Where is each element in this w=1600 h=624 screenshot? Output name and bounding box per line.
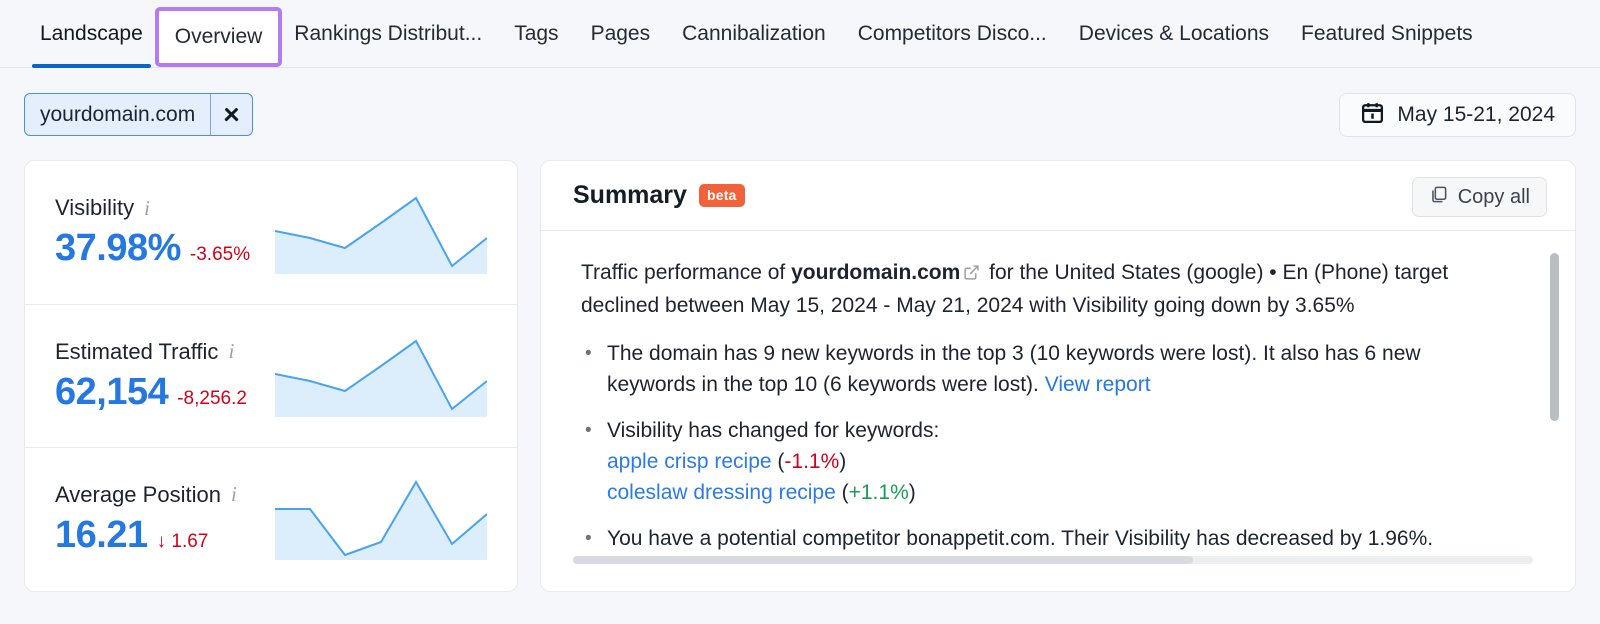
external-link-icon[interactable] xyxy=(963,259,980,290)
tab-list: Landscape Overview Rankings Distribut...… xyxy=(0,0,1489,68)
view-report-link[interactable]: View report xyxy=(1045,373,1151,396)
tab-devices-locations[interactable]: Devices & Locations xyxy=(1063,0,1285,68)
metric-visibility: Visibility i 37.98% -3.65% xyxy=(25,161,517,304)
metric-estimated-traffic: Estimated Traffic i 62,154 -8,256.2 xyxy=(25,304,517,447)
tab-label: Rankings Distribut... xyxy=(294,22,483,45)
tab-label: Featured Snippets xyxy=(1301,22,1473,45)
filter-row: yourdomain.com May 15-21, 2024 xyxy=(0,68,1600,156)
tab-competitors-discovery[interactable]: Competitors Disco... xyxy=(842,0,1063,68)
tab-label: Tags xyxy=(514,22,559,45)
summary-horizontal-scrollbar-thumb[interactable] xyxy=(573,556,1193,564)
info-icon[interactable]: i xyxy=(231,484,237,505)
tab-pages[interactable]: Pages xyxy=(575,0,667,68)
tab-bar: Landscape Overview Rankings Distribut...… xyxy=(0,0,1600,68)
tab-tags[interactable]: Tags xyxy=(498,0,574,68)
calendar-icon xyxy=(1360,100,1385,130)
close-icon[interactable] xyxy=(210,94,252,135)
metric-value-row: 62,154 -8,256.2 xyxy=(55,371,247,414)
tab-rankings-distribution[interactable]: Rankings Distribut... xyxy=(278,0,498,68)
metric-left: Estimated Traffic i 62,154 -8,256.2 xyxy=(55,339,247,414)
copy-all-label: Copy all xyxy=(1457,185,1530,208)
summary-bullet-list: The domain has 9 new keywords in the top… xyxy=(581,338,1531,554)
metric-title: Visibility xyxy=(55,195,135,220)
copy-icon xyxy=(1429,185,1448,210)
metric-delta: -3.65% xyxy=(189,244,251,265)
metric-title-row: Visibility i xyxy=(55,195,250,221)
summary-header: Summary beta Copy all xyxy=(541,161,1575,231)
date-range-picker[interactable]: May 15-21, 2024 xyxy=(1339,93,1576,137)
copy-all-button[interactable]: Copy all xyxy=(1411,177,1547,217)
keyword-change-apple-crisp-recipe: -1.1% xyxy=(784,450,840,473)
metric-title-row: Average Position i xyxy=(55,482,237,508)
keyword-change-coleslaw-dressing-recipe: +1.1% xyxy=(848,481,909,504)
metric-value: 16.21 xyxy=(55,513,148,556)
metric-title-row: Estimated Traffic i xyxy=(55,339,247,365)
bullet-text: The domain has 9 new keywords in the top… xyxy=(607,342,1421,396)
domain-filter-chip[interactable]: yourdomain.com xyxy=(24,93,254,136)
metric-delta: -8,256.2 xyxy=(177,387,247,409)
metrics-card: Visibility i 37.98% -3.65% Estimated Tra… xyxy=(24,160,518,592)
beta-badge: beta xyxy=(698,184,745,207)
summary-title: Summary xyxy=(573,181,687,209)
estimated-traffic-sparkline xyxy=(275,339,487,417)
bullet-text: Visibility has changed for keywords: xyxy=(607,419,940,442)
visibility-sparkline xyxy=(275,196,487,274)
tab-featured-snippets[interactable]: Featured Snippets xyxy=(1285,0,1489,68)
metric-title: Estimated Traffic xyxy=(55,338,219,364)
metric-average-position: Average Position i 16.21 ↓ 1.67 xyxy=(25,447,517,590)
metric-value: 62,154 xyxy=(55,370,169,413)
tab-label: Devices & Locations xyxy=(1078,22,1270,45)
summary-body: Traffic performance of yourdomain.com fo… xyxy=(541,231,1575,591)
tab-label: Landscape xyxy=(40,22,143,45)
intro-domain: yourdomain.com xyxy=(791,261,961,284)
bullet-visibility-keywords: Visibility has changed for keywords: app… xyxy=(581,415,1511,508)
close-glyph xyxy=(223,106,240,123)
info-icon[interactable]: i xyxy=(144,197,150,219)
info-icon[interactable]: i xyxy=(228,341,234,362)
summary-intro: Traffic performance of yourdomain.com fo… xyxy=(581,257,1501,321)
tab-label: Competitors Disco... xyxy=(857,22,1047,45)
metric-title: Average Position xyxy=(55,481,221,507)
cards-area: Visibility i 37.98% -3.65% Estimated Tra… xyxy=(0,160,1600,600)
keyword-link-apple-crisp-recipe[interactable]: apple crisp recipe xyxy=(607,450,772,473)
tab-label: Pages xyxy=(590,22,651,45)
summary-vertical-scrollbar-thumb[interactable] xyxy=(1550,253,1559,421)
metric-value: 37.98% xyxy=(55,227,181,269)
domain-chip-label: yourdomain.com xyxy=(40,102,196,126)
bullet-potential-competitor: You have a potential competitor bonappet… xyxy=(581,523,1511,554)
summary-vertical-scrollbar[interactable] xyxy=(1550,253,1559,543)
summary-card: Summary beta Copy all Traffic performanc… xyxy=(540,160,1576,592)
keyword-link-coleslaw-dressing-recipe[interactable]: coleslaw dressing recipe xyxy=(607,481,836,504)
metric-delta: ↓ 1.67 xyxy=(156,530,209,552)
bullet-text: You have a potential competitor bonappet… xyxy=(607,527,1434,550)
tab-overview[interactable]: Overview xyxy=(154,7,283,67)
date-range-value: May 15-21, 2024 xyxy=(1397,103,1555,126)
seo-dashboard-page: Landscape Overview Rankings Distribut...… xyxy=(0,0,1600,624)
average-position-sparkline xyxy=(275,480,487,560)
metric-left: Visibility i 37.98% -3.65% xyxy=(55,195,250,270)
metric-value-row: 16.21 ↓ 1.67 xyxy=(55,514,237,557)
summary-horizontal-scrollbar[interactable] xyxy=(573,556,1533,564)
metric-value-row: 37.98% -3.65% xyxy=(55,227,250,270)
tab-label: Cannibalization xyxy=(682,22,826,45)
tab-cannibalization[interactable]: Cannibalization xyxy=(666,0,842,68)
tab-label: Overview xyxy=(174,25,263,48)
metric-left: Average Position i 16.21 ↓ 1.67 xyxy=(55,482,237,557)
bullet-keywords-change: The domain has 9 new keywords in the top… xyxy=(581,338,1511,400)
intro-before-domain: Traffic performance of xyxy=(581,261,792,284)
tab-landscape[interactable]: Landscape xyxy=(24,0,159,68)
